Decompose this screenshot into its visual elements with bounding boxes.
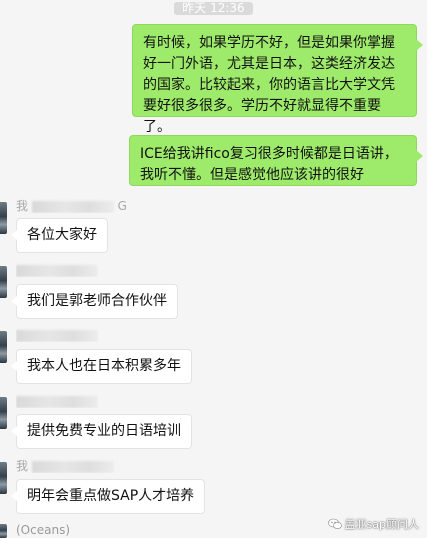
outgoing-message-bubble[interactable]: 有时候，如果学历不好，但是如果你掌握好一门外语，尤其是日本，这类经济发达的国家。… bbox=[132, 24, 423, 135]
sender-name bbox=[16, 263, 98, 277]
sender-avatar[interactable] bbox=[0, 397, 7, 429]
sender-avatar[interactable] bbox=[0, 266, 7, 298]
incoming-message-bubble[interactable]: 各位大家好 bbox=[11, 218, 108, 253]
sender-name: 我 G bbox=[16, 199, 127, 213]
incoming-message-bubble[interactable]: 我本人也在日本积累多年 bbox=[11, 349, 192, 384]
incoming-message-bubble[interactable]: 明年会重点做SAP人才培养 bbox=[10, 479, 206, 514]
sender-name-redacted bbox=[16, 329, 98, 342]
message-text: 有时候，如果学历不好，但是如果你掌握好一门外语，尤其是日本，这类经济发达的国家。… bbox=[143, 35, 395, 135]
sender-avatar[interactable] bbox=[0, 524, 7, 538]
watermark: 盖亚sap顾问人 bbox=[327, 518, 419, 532]
sender-avatar[interactable] bbox=[0, 462, 7, 494]
sender-name-prefix: 我 bbox=[16, 459, 29, 473]
sender-name-prefix: 我 bbox=[16, 199, 29, 213]
sender-name: 我 bbox=[16, 459, 114, 473]
sender-avatar[interactable] bbox=[0, 202, 7, 234]
watermark-text: 盖亚sap顾问人 bbox=[344, 518, 419, 531]
sender-name bbox=[16, 328, 98, 342]
chat-timestamp: 昨天 12:36 bbox=[0, 0, 427, 16]
sender-name: (Oceans) bbox=[16, 523, 70, 537]
sender-name-redacted bbox=[31, 460, 114, 473]
sender-name bbox=[16, 394, 98, 408]
message-text: 我本人也在日本积累多年 bbox=[27, 358, 181, 374]
message-text: ICE给我讲fico复习很多时候都是日语讲，我听不懂。但是感觉他应该讲的很好 bbox=[140, 146, 398, 183]
message-text: 各位大家好 bbox=[27, 227, 97, 243]
sender-name-suffix: G bbox=[117, 199, 127, 213]
message-text: 我们是郭老师合作伙伴 bbox=[27, 293, 167, 309]
timestamp-label: 昨天 12:36 bbox=[174, 2, 253, 15]
outgoing-message-bubble[interactable]: ICE给我讲fico复习很多时候都是日语讲，我听不懂。但是感觉他应该讲的很好 bbox=[129, 135, 423, 186]
sender-name-redacted bbox=[16, 395, 98, 408]
sender-avatar[interactable] bbox=[0, 331, 7, 363]
sender-name-redacted bbox=[31, 200, 114, 213]
message-text: 明年会重点做SAP人才培养 bbox=[27, 488, 195, 504]
incoming-message-bubble[interactable]: 提供免费专业的日语培训 bbox=[11, 414, 192, 449]
incoming-message-bubble[interactable]: 我们是郭老师合作伙伴 bbox=[11, 284, 178, 319]
message-text: 提供免费专业的日语培训 bbox=[27, 423, 181, 439]
wechat-icon bbox=[327, 518, 342, 530]
sender-name-redacted bbox=[16, 264, 98, 277]
